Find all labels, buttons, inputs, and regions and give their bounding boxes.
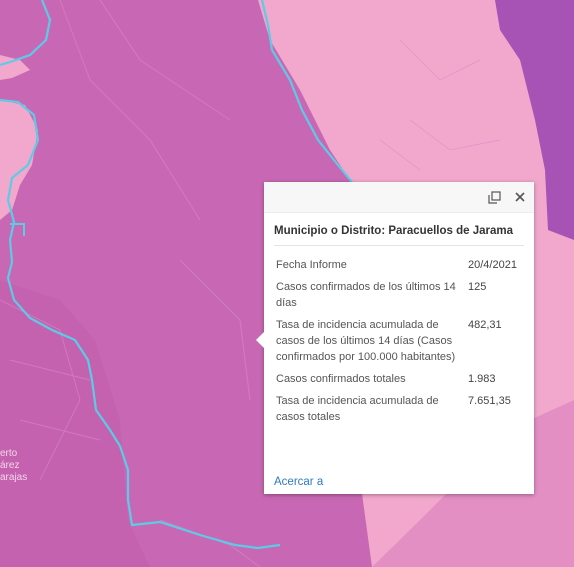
- maximize-icon[interactable]: [486, 189, 502, 205]
- popup-pointer: [256, 332, 264, 348]
- table-row: Casos confirmados de los últimos 14 días…: [274, 276, 524, 314]
- table-row: Tasa de incidencia acumulada de casos to…: [274, 390, 524, 428]
- attribute-value: 7.651,35: [468, 395, 511, 407]
- map-place-label: erto árez arajas: [0, 448, 27, 484]
- attribute-value: 482,31: [468, 319, 502, 331]
- feature-popup: Municipio o Distrito: Paracuellos de Jar…: [256, 182, 534, 494]
- map-place-label-line: árez: [0, 460, 20, 471]
- popup-header: [264, 182, 534, 213]
- close-icon[interactable]: [512, 189, 528, 205]
- map-place-label-line: arajas: [0, 472, 28, 483]
- attribute-label: Fecha Informe: [276, 259, 347, 271]
- table-row: Fecha Informe 20/4/2021: [274, 254, 524, 276]
- table-row: Tasa de incidencia acumulada de casos de…: [274, 314, 524, 368]
- attribute-table: Fecha Informe 20/4/2021 Casos confirmado…: [274, 254, 524, 428]
- attribute-label: Tasa de incidencia acumulada de casos to…: [276, 395, 439, 423]
- attribute-label: Tasa de incidencia acumulada de casos de…: [276, 319, 456, 363]
- attribute-value: 20/4/2021: [468, 259, 517, 271]
- map-place-label-line: erto: [0, 448, 18, 459]
- attribute-value: 125: [468, 281, 487, 293]
- attribute-label: Casos confirmados de los últimos 14 días: [276, 281, 456, 309]
- zoom-to-link[interactable]: Acercar a: [274, 476, 323, 488]
- table-row: Casos confirmados totales 1.983: [274, 368, 524, 390]
- popup-title: Municipio o Distrito: Paracuellos de Jar…: [274, 225, 524, 246]
- attribute-label: Casos confirmados totales: [276, 373, 406, 385]
- attribute-value: 1.983: [468, 373, 496, 385]
- popup-body: Municipio o Distrito: Paracuellos de Jar…: [264, 213, 534, 428]
